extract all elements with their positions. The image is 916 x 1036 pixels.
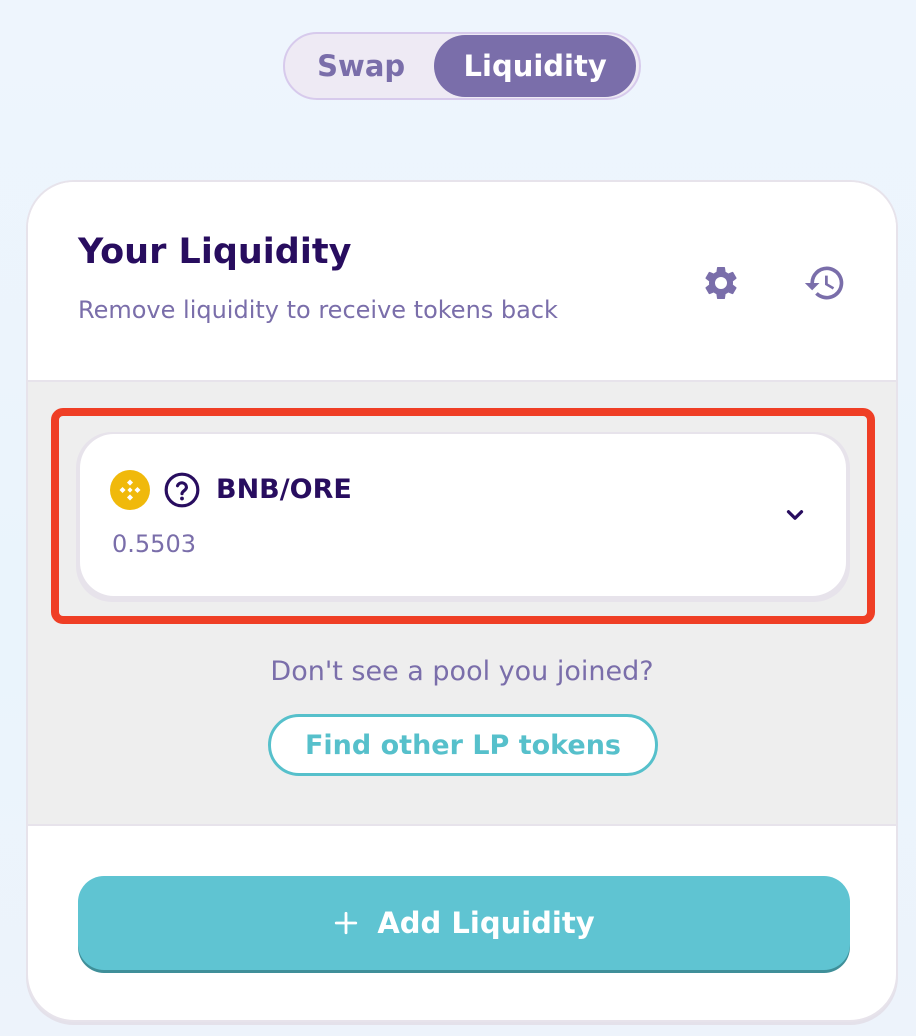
swap-liquidity-toggle: Swap Liquidity: [283, 32, 641, 100]
plus-icon: [333, 910, 359, 936]
card-header: Your Liquidity Remove liquidity to recei…: [28, 182, 896, 382]
pool-pair-name: BNB/ORE: [216, 474, 352, 505]
bnb-token-icon: [110, 470, 150, 510]
pool-item-bnb-ore[interactable]: BNB/ORE 0.5503: [80, 434, 846, 596]
card-body: BNB/ORE 0.5503 Don't see a pool you join…: [28, 382, 896, 826]
missing-pool-hint: Don't see a pool you joined?: [270, 656, 654, 687]
history-icon: [804, 266, 844, 300]
find-lp-tokens-button[interactable]: Find other LP tokens: [268, 714, 658, 776]
settings-button[interactable]: [696, 258, 746, 308]
history-button[interactable]: [800, 258, 850, 308]
add-liquidity-button[interactable]: Add Liquidity: [78, 876, 850, 970]
add-liquidity-label: Add Liquidity: [377, 906, 595, 940]
unknown-token-icon: [162, 470, 202, 510]
gear-icon: [705, 266, 737, 299]
page-title: Your Liquidity: [78, 232, 352, 272]
page-subtitle: Remove liquidity to receive tokens back: [78, 296, 558, 324]
liquidity-card: Your Liquidity Remove liquidity to recei…: [26, 180, 898, 1022]
liquidity-tab[interactable]: Liquidity: [434, 35, 636, 97]
pool-balance: 0.5503: [112, 530, 196, 558]
chevron-down-icon[interactable]: [780, 500, 810, 530]
swap-tab[interactable]: Swap: [288, 35, 434, 97]
